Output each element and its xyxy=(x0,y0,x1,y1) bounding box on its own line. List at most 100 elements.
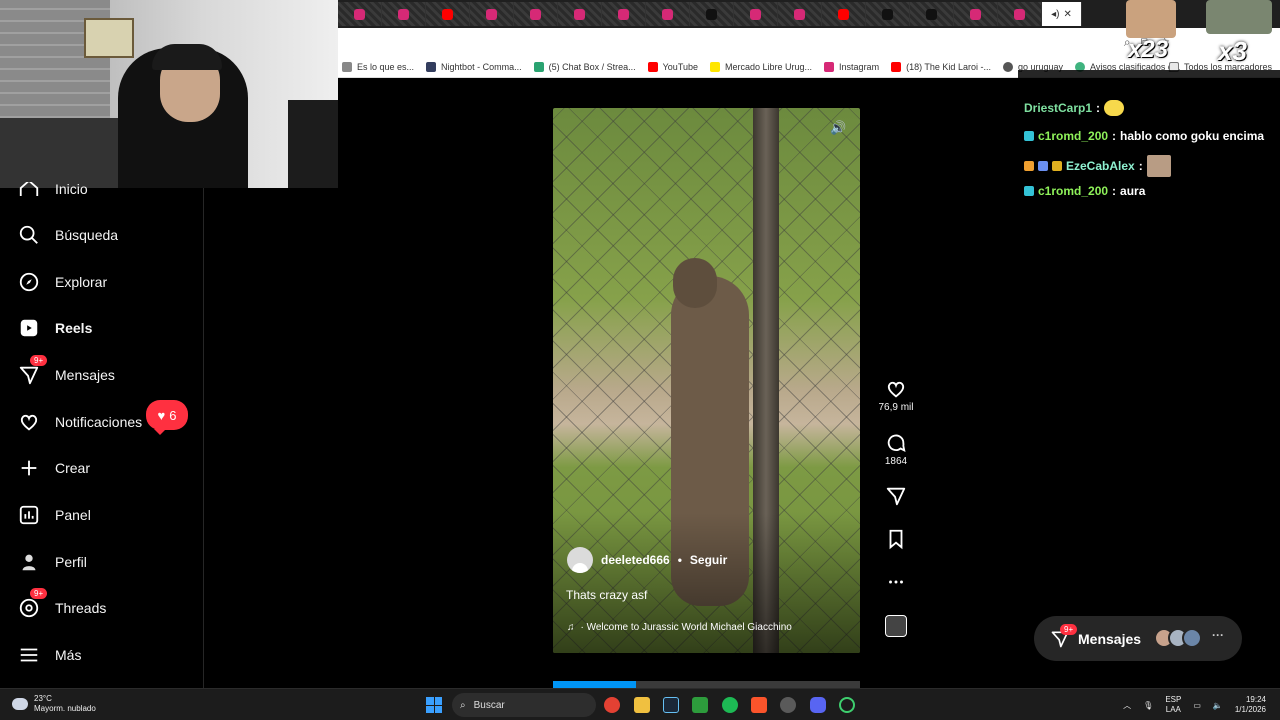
comment-count: 1864 xyxy=(884,456,908,467)
heart-icon xyxy=(887,381,905,398)
sidebar-item-threads[interactable]: 9+ Threads xyxy=(18,588,106,620)
volume-icon[interactable]: 🔈 xyxy=(1213,701,1223,710)
sidebar-item-label: Explorar xyxy=(55,274,108,290)
instagram-icon xyxy=(618,8,629,20)
browser-tab[interactable] xyxy=(910,2,954,26)
tiktok-icon xyxy=(882,8,893,20)
browser-tab[interactable] xyxy=(602,2,646,26)
reel-caption[interactable]: Thats crazy asf xyxy=(566,588,647,602)
chat-message: c1romd_200 : aura xyxy=(1024,184,1145,198)
volume-icon[interactable]: 🔊 xyxy=(830,120,848,138)
browser-tab[interactable] xyxy=(646,2,690,26)
share-button[interactable] xyxy=(876,485,916,507)
microphone-icon[interactable]: 🎙 xyxy=(1143,701,1153,710)
app-icon[interactable] xyxy=(780,697,796,713)
chat-username: EzeCabAlex xyxy=(1066,159,1135,173)
chat-message: DriestCarp1 : xyxy=(1024,100,1125,116)
chat-text: aura xyxy=(1120,184,1146,198)
chrome-icon[interactable] xyxy=(604,697,620,713)
sidebar-item-notificaciones[interactable]: Notificaciones xyxy=(18,410,142,434)
reel-audio-link[interactable]: ♫ · Welcome to Jurassic World Michael Gi… xyxy=(567,616,847,638)
sidebar: Inicio Búsqueda Explorar Reels 9+ Mensaj… xyxy=(0,182,204,688)
browser-tab[interactable] xyxy=(338,2,382,26)
sidebar-item-label: Más xyxy=(55,647,82,663)
brave-icon[interactable] xyxy=(751,697,767,713)
sidebar-item-label: Perfil xyxy=(55,554,87,570)
weather-widget[interactable]: 23°C Mayorm. nublado xyxy=(12,694,96,714)
system-tray: ︿ 🎙 ESP LAA ▭ 🔈 19:24 1/1/2026 xyxy=(1123,695,1266,715)
browser-tab[interactable] xyxy=(558,2,602,26)
chevron-up-icon[interactable]: ︿ xyxy=(1123,700,1131,711)
browser-tab[interactable] xyxy=(382,2,426,26)
browser-tab[interactable] xyxy=(734,2,778,26)
sidebar-item-crear[interactable]: Crear xyxy=(18,456,90,480)
network-icon[interactable]: ▭ xyxy=(1193,701,1201,710)
unread-badge: 9+ xyxy=(30,588,48,599)
notifications-popup[interactable]: ♥ 6 xyxy=(146,400,188,435)
more-options-button[interactable] xyxy=(876,571,916,593)
app-icon[interactable] xyxy=(839,697,855,713)
messages-floating-button[interactable]: 9+ Mensajes ··· xyxy=(1034,616,1242,661)
discord-icon[interactable] xyxy=(810,697,826,713)
messages-label: Mensajes xyxy=(1078,630,1142,647)
browser-tab[interactable] xyxy=(426,2,470,26)
username-link[interactable]: deeleted666 xyxy=(601,553,670,567)
compass-icon xyxy=(19,272,39,292)
browser-tab[interactable] xyxy=(822,2,866,26)
file-explorer-icon[interactable] xyxy=(634,697,650,713)
emote-image xyxy=(1126,0,1176,38)
save-button[interactable] xyxy=(876,528,916,550)
bookmark-favicon-icon xyxy=(710,61,720,72)
emote-combo-count: x3 xyxy=(1218,36,1247,66)
chat-badge-icon xyxy=(1024,131,1034,141)
bookmark-item[interactable]: Nightbot - Comma... xyxy=(426,61,522,72)
sidebar-item-mas[interactable]: Más xyxy=(18,643,81,667)
chat-message: c1romd_200 : hablo como goku encima xyxy=(1024,129,1264,143)
bookmark-item[interactable]: (18) The Kid Laroi -... xyxy=(891,61,991,72)
browser-tab-active[interactable]: ◂) ✕ xyxy=(1042,2,1082,26)
sidebar-item-busqueda[interactable]: Búsqueda xyxy=(18,223,118,247)
ellipsis-icon xyxy=(889,580,903,584)
bookmark-item[interactable]: (5) Chat Box / Strea... xyxy=(533,61,636,72)
avatar[interactable] xyxy=(567,547,593,573)
browser-tab[interactable] xyxy=(866,2,910,26)
bookmark-item[interactable]: Instagram xyxy=(824,61,879,72)
steam-icon[interactable] xyxy=(663,697,679,713)
browser-tab[interactable] xyxy=(778,2,822,26)
like-button[interactable]: 76,9 mil xyxy=(876,378,916,413)
comment-button[interactable]: 1864 xyxy=(876,432,916,467)
browser-tab[interactable] xyxy=(690,2,734,26)
sidebar-item-reels[interactable]: Reels xyxy=(18,316,92,340)
bookmark-item[interactable]: Mercado Libre Urug... xyxy=(710,61,812,72)
youtube-icon xyxy=(647,61,658,72)
video-progress-bar[interactable] xyxy=(553,681,860,688)
tiktok-icon xyxy=(926,8,937,20)
chat-badge-icon xyxy=(1024,161,1034,171)
sidebar-item-inicio[interactable]: Inicio xyxy=(18,182,88,196)
reel-video[interactable]: 🔊 deeleted666 • Seguir Thats crazy asf ♫… xyxy=(553,108,860,653)
clock[interactable]: 19:24 1/1/2026 xyxy=(1235,695,1266,715)
chat-username: c1romd_200 xyxy=(1038,129,1109,143)
bookmark-item[interactable]: Es lo que es... xyxy=(342,61,414,72)
browser-tab[interactable] xyxy=(998,2,1042,26)
send-icon xyxy=(886,487,906,506)
taskbar-search-box[interactable]: ⌕ Buscar xyxy=(452,693,596,717)
xbox-icon[interactable] xyxy=(692,697,708,713)
like-count: 76,9 mil xyxy=(878,402,914,413)
close-icon[interactable]: ✕ xyxy=(1063,9,1071,20)
sidebar-item-mensajes[interactable]: 9+ Mensajes xyxy=(18,355,115,387)
browser-tab[interactable] xyxy=(514,2,558,26)
sidebar-item-perfil[interactable]: Perfil xyxy=(18,550,87,574)
input-language[interactable]: ESP LAA xyxy=(1165,695,1181,715)
follow-button[interactable]: Seguir xyxy=(690,553,727,567)
browser-tab[interactable] xyxy=(470,2,514,26)
instagram-icon xyxy=(824,61,835,72)
sidebar-item-panel[interactable]: Panel xyxy=(18,503,91,527)
spotify-icon[interactable] xyxy=(722,697,738,713)
browser-tab[interactable] xyxy=(954,2,998,26)
audio-thumbnail[interactable] xyxy=(885,615,907,637)
chat-badge-icon xyxy=(1052,161,1062,171)
windows-start-icon[interactable] xyxy=(426,697,442,713)
sidebar-item-explorar[interactable]: Explorar xyxy=(18,270,107,294)
bookmark-item[interactable]: YouTube xyxy=(647,61,698,72)
